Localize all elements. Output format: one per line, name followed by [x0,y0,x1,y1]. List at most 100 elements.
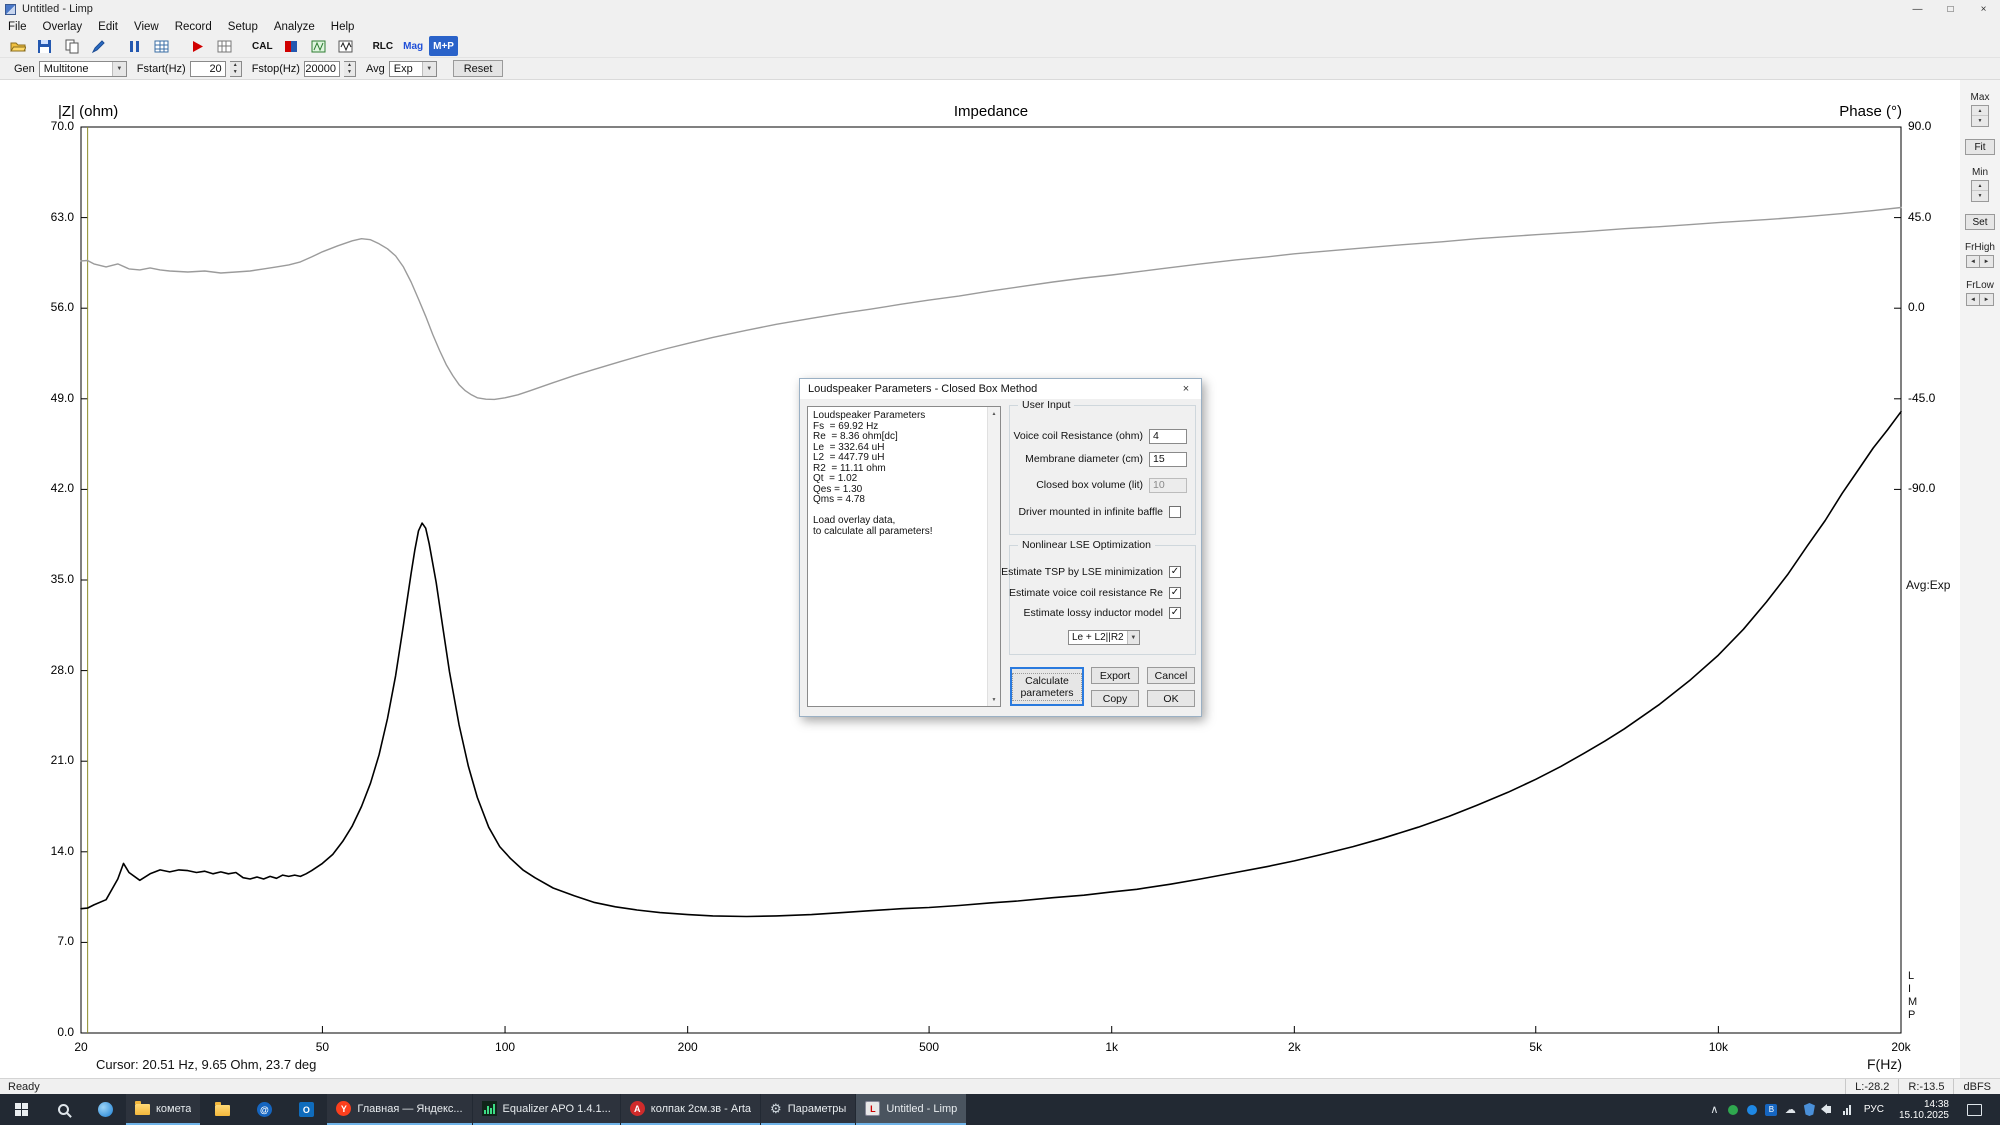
pause-button[interactable] [122,36,147,56]
cancel-button[interactable]: Cancel [1147,667,1195,684]
parameters-listbox[interactable]: Loudspeaker ParametersFs = 69.92 HzRe = … [807,406,1001,707]
estimate-re-checkbox[interactable]: ✓ [1169,587,1181,599]
open-button[interactable] [5,36,30,56]
spin-up-icon[interactable]: ▲ [344,62,355,69]
action-center-button[interactable] [1957,1104,1991,1116]
spin-down-icon[interactable]: ▼ [1972,116,1988,126]
menu-item[interactable]: Help [323,21,363,33]
taskbar-app-yandex[interactable]: Y Главная — Яндекс... [327,1094,471,1125]
fstart-input[interactable]: 20 [190,61,226,77]
menu-item[interactable]: File [0,21,35,33]
copy-button[interactable] [59,36,84,56]
outlook-button[interactable]: O [285,1094,327,1125]
copy-button[interactable]: Copy [1091,690,1139,707]
scroll-down-icon[interactable]: ▼ [988,693,1000,706]
frlow-arrows[interactable]: ◄ ► [1966,293,1994,306]
lse-optimization-group: Nonlinear LSE Optimization Estimate TSP … [1009,545,1196,655]
mail-button[interactable]: @ [243,1094,285,1125]
fstop-spinner[interactable]: ▲ ▼ [344,61,356,77]
app-icon [5,4,16,15]
spin-up-icon[interactable]: ▲ [230,62,241,69]
fstop-input[interactable]: 20000 [304,61,340,77]
defender-shield-icon[interactable] [1800,1094,1819,1125]
min-spinner[interactable]: ▲ ▼ [1971,180,1989,202]
estimate-inductor-checkbox[interactable]: ✓ [1169,607,1181,619]
generator-button[interactable] [306,36,331,56]
y-left-tick-label: 49.0 [14,391,74,405]
volume-icon[interactable] [1819,1094,1838,1125]
taskbar-app-equalizer[interactable]: Equalizer APO 1.4.1... [473,1094,620,1125]
minimize-button[interactable]: — [1901,0,1934,18]
spin-down-icon[interactable]: ▼ [1972,191,1988,201]
menu-item[interactable]: Setup [220,21,266,33]
overlay-button[interactable] [279,36,304,56]
record-button[interactable] [185,36,210,56]
max-spinner[interactable]: ▲ ▼ [1971,105,1989,127]
search-button[interactable] [42,1094,84,1125]
reset-button[interactable]: Reset [453,60,504,77]
explorer-button[interactable] [201,1094,243,1125]
inductor-model-select[interactable]: Le + L2||R2 ▼ [1068,630,1140,645]
save-button[interactable] [32,36,57,56]
frhigh-arrows[interactable]: ◄ ► [1966,255,1994,268]
scroll-up-icon[interactable]: ▲ [988,407,1000,420]
listbox-scrollbar[interactable]: ▲ ▼ [987,407,1000,706]
calculate-parameters-button[interactable]: Calculate parameters [1010,667,1084,706]
arrow-left-icon[interactable]: ◄ [1966,293,1980,306]
close-button[interactable]: × [1967,0,2000,18]
ok-button[interactable]: OK [1147,690,1195,707]
arrow-right-icon[interactable]: ► [1980,293,1994,306]
spin-down-icon[interactable]: ▼ [344,69,355,76]
bluetooth-icon[interactable]: B [1762,1094,1781,1125]
maximize-button[interactable]: □ [1934,0,1967,18]
taskbar-app-settings[interactable]: ⚙ Параметры [761,1094,855,1125]
file-explorer-icon [215,1105,230,1116]
menu-item[interactable]: Record [167,21,220,33]
clock[interactable]: 14:38 15.10.2025 [1891,1099,1957,1121]
antivirus-icon[interactable] [1724,1094,1743,1125]
fstart-spinner[interactable]: ▲ ▼ [230,61,242,77]
menu-item[interactable]: Edit [90,21,126,33]
edit-button[interactable] [86,36,111,56]
gear-icon: ⚙ [770,1101,782,1117]
browser-button[interactable] [84,1094,126,1125]
membrane-diameter-input[interactable]: 15 [1149,452,1187,467]
start-button[interactable] [0,1094,42,1125]
avg-select[interactable]: Exp ▼ [389,61,437,77]
cursor-readout: Cursor: 20.51 Hz, 9.65 Ohm, 23.7 deg [96,1057,316,1072]
set-button[interactable]: Set [1965,214,1995,230]
taskbar-app-limp[interactable]: L Untitled - Limp [856,1094,966,1125]
onedrive-cloud-icon[interactable]: ☁ [1781,1094,1800,1125]
taskbar-app-kometa[interactable]: комета [126,1094,200,1125]
spin-down-icon[interactable]: ▼ [230,69,241,76]
voice-coil-resistance-input[interactable]: 4 [1149,429,1187,444]
mp-button[interactable]: M+P [429,36,458,56]
cal-button[interactable]: CAL [248,36,277,56]
mag-button[interactable]: Mag [399,36,427,56]
menu-item[interactable]: View [126,21,167,33]
spin-up-icon[interactable]: ▲ [1972,106,1988,116]
x-tick-label: 100 [475,1040,535,1054]
infinite-baffle-checkbox[interactable] [1169,506,1181,518]
menu-item[interactable]: Analyze [266,21,323,33]
spin-up-icon[interactable]: ▲ [1972,181,1988,191]
export-button[interactable]: Export [1091,667,1139,684]
rlc-button[interactable]: RLC [369,36,398,56]
generator-select[interactable]: Multitone ▼ [39,61,127,77]
table-button[interactable] [149,36,174,56]
arrow-left-icon[interactable]: ◄ [1966,255,1980,268]
y-right-tick-label: -90.0 [1908,481,1960,495]
scope-button[interactable] [333,36,358,56]
dialog-title-bar[interactable]: Loudspeaker Parameters - Closed Box Meth… [800,379,1201,399]
fit-button[interactable]: Fit [1965,139,1995,155]
arrow-right-icon[interactable]: ► [1980,255,1994,268]
hidden-icons-chevron[interactable]: ∧ [1705,1094,1724,1125]
taskbar-app-arta[interactable]: A колпак 2см.зв - Arta [621,1094,760,1125]
menu-item[interactable]: Overlay [35,21,91,33]
dialog-close-button[interactable]: × [1171,379,1201,399]
network-icon[interactable] [1838,1094,1857,1125]
estimate-tsp-checkbox[interactable]: ✓ [1169,566,1181,578]
analysis-button[interactable] [212,36,237,56]
messenger-icon[interactable] [1743,1094,1762,1125]
language-indicator[interactable]: РУС [1857,1104,1891,1115]
